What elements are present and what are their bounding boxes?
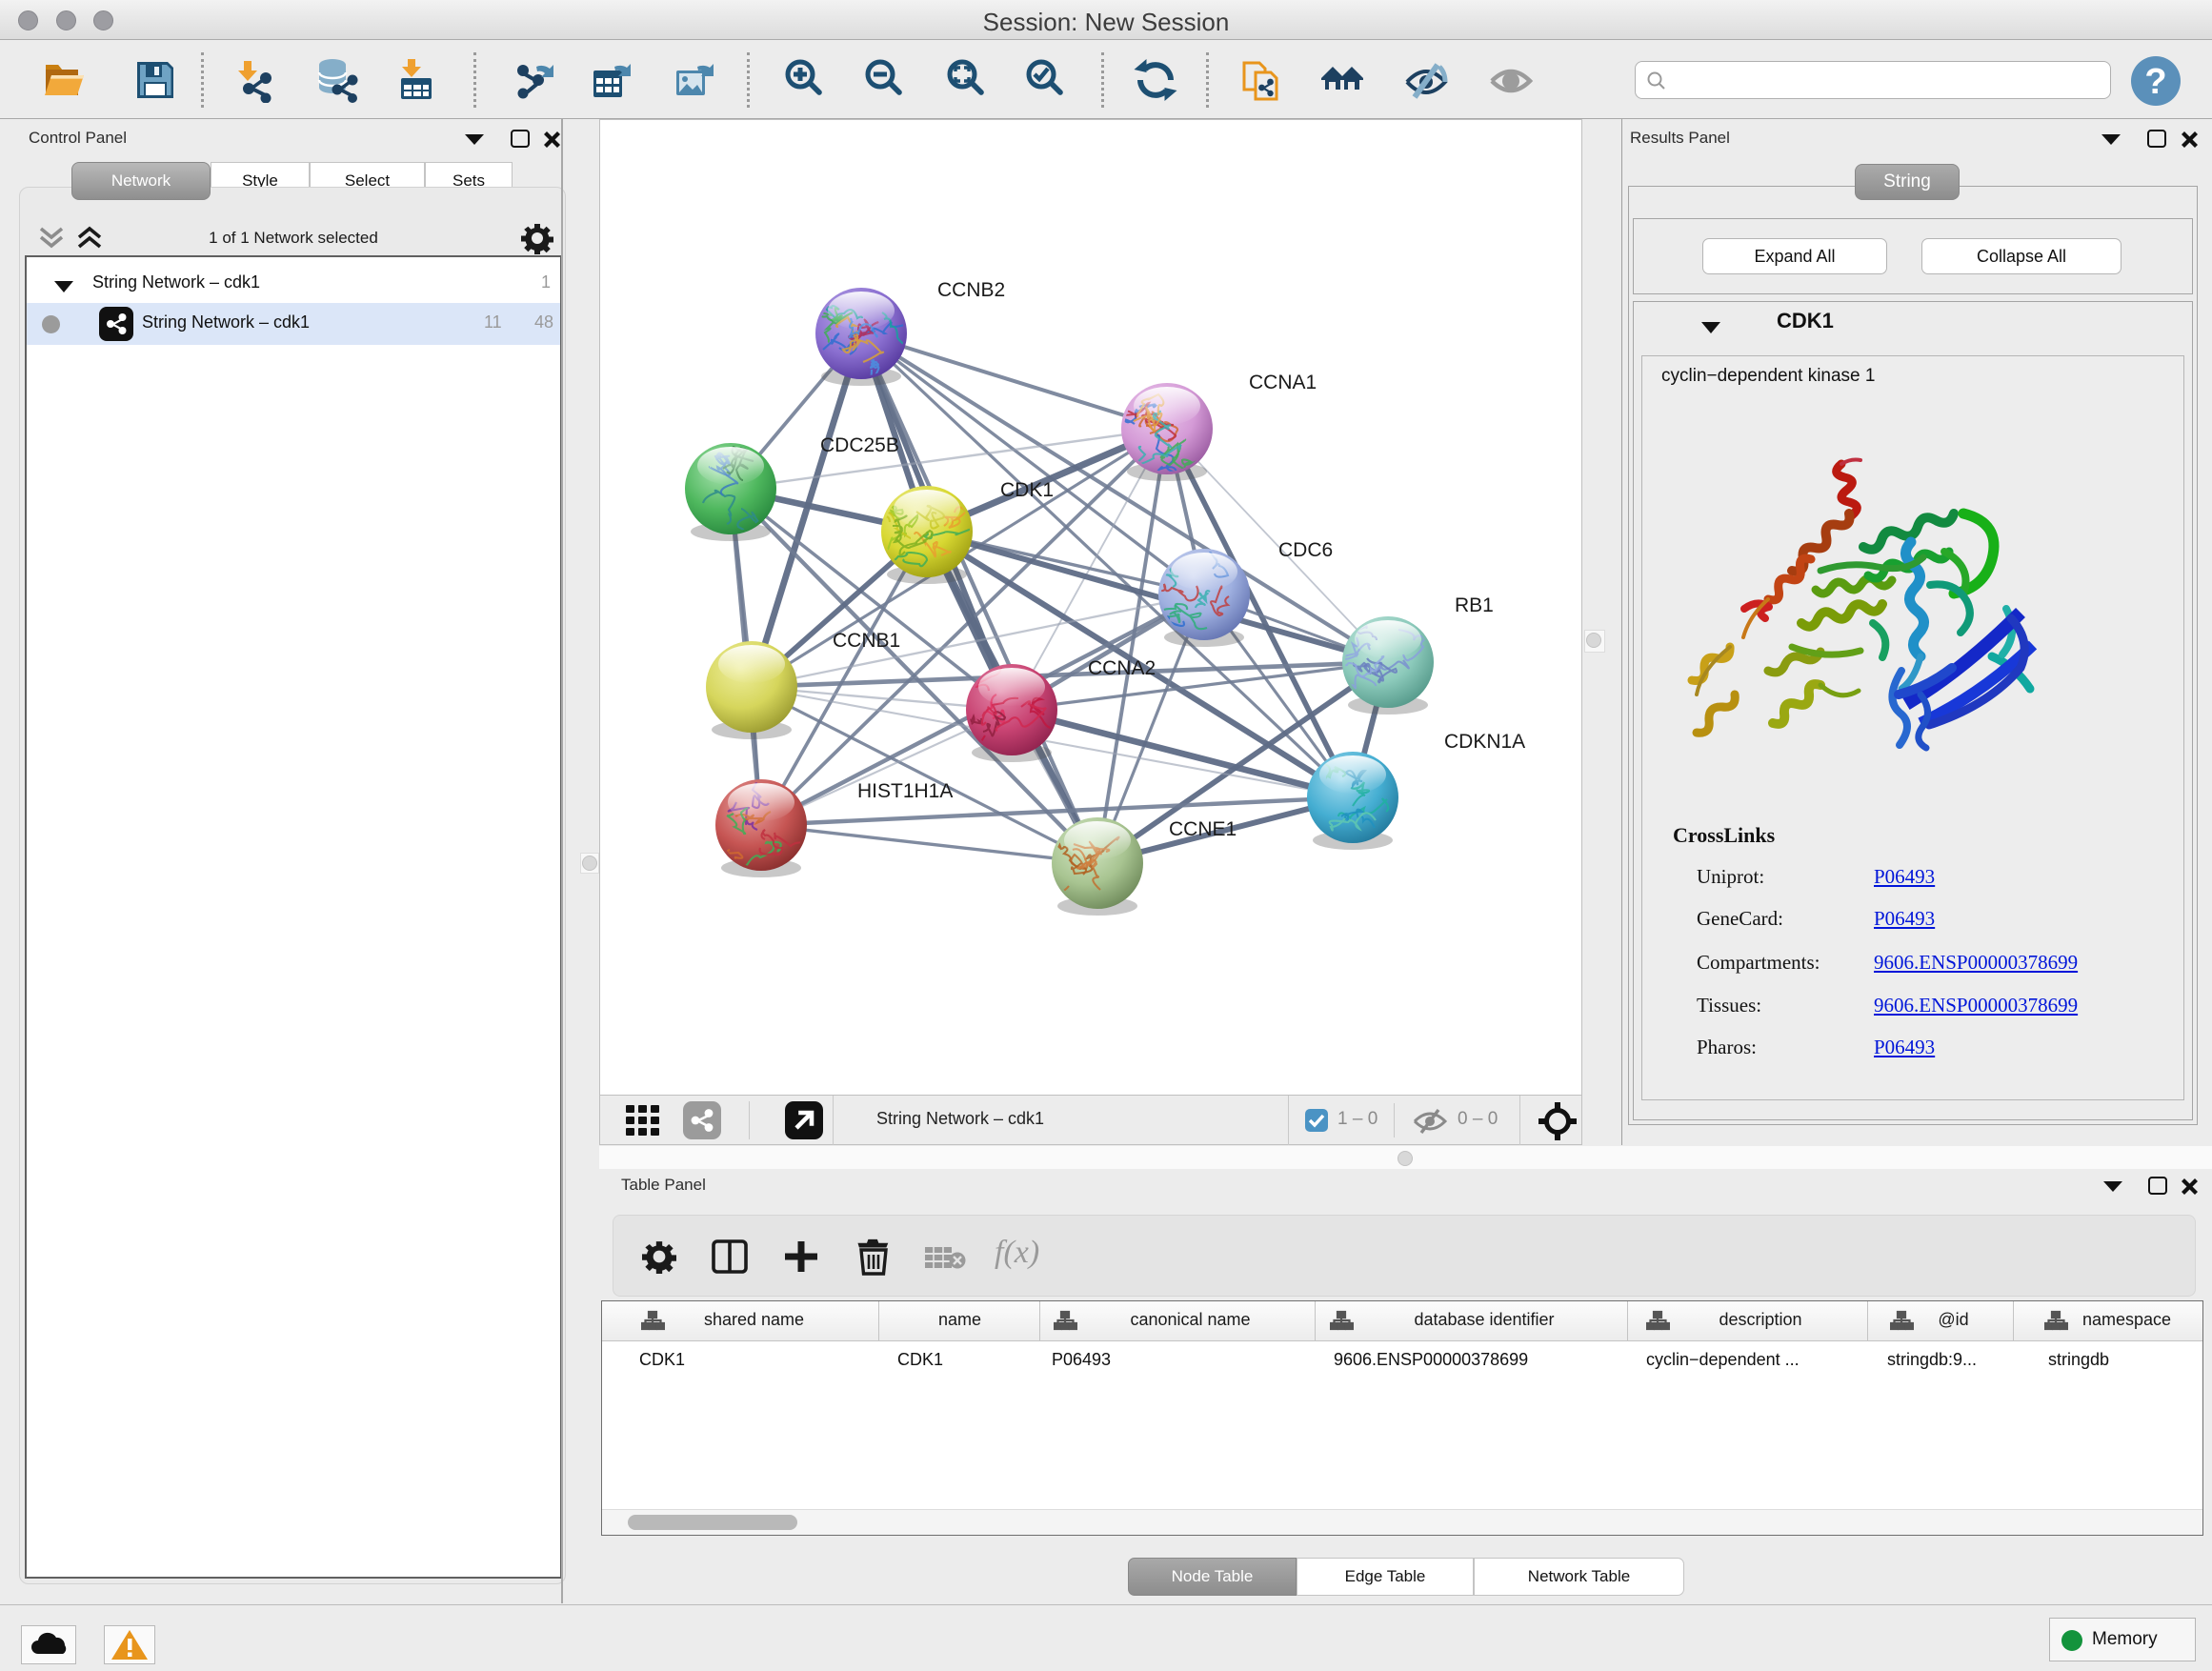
svg-text:CCNE1: CCNE1 — [1169, 818, 1237, 840]
svg-text:RB1: RB1 — [1455, 594, 1494, 616]
svg-text:CCNB1: CCNB1 — [833, 630, 900, 652]
svg-text:CDK1: CDK1 — [1000, 479, 1054, 501]
svg-text:CDKN1A: CDKN1A — [1444, 731, 1525, 753]
svg-text:HIST1H1A: HIST1H1A — [857, 780, 953, 802]
svg-text:?: ? — [2144, 62, 2166, 102]
svg-text:CCNB2: CCNB2 — [937, 279, 1005, 301]
svg-text:CDC25B: CDC25B — [820, 434, 899, 456]
svg-text:CCNA1: CCNA1 — [1249, 372, 1317, 393]
svg-text:CDC6: CDC6 — [1278, 539, 1333, 561]
svg-text:CCNA2: CCNA2 — [1088, 657, 1156, 679]
